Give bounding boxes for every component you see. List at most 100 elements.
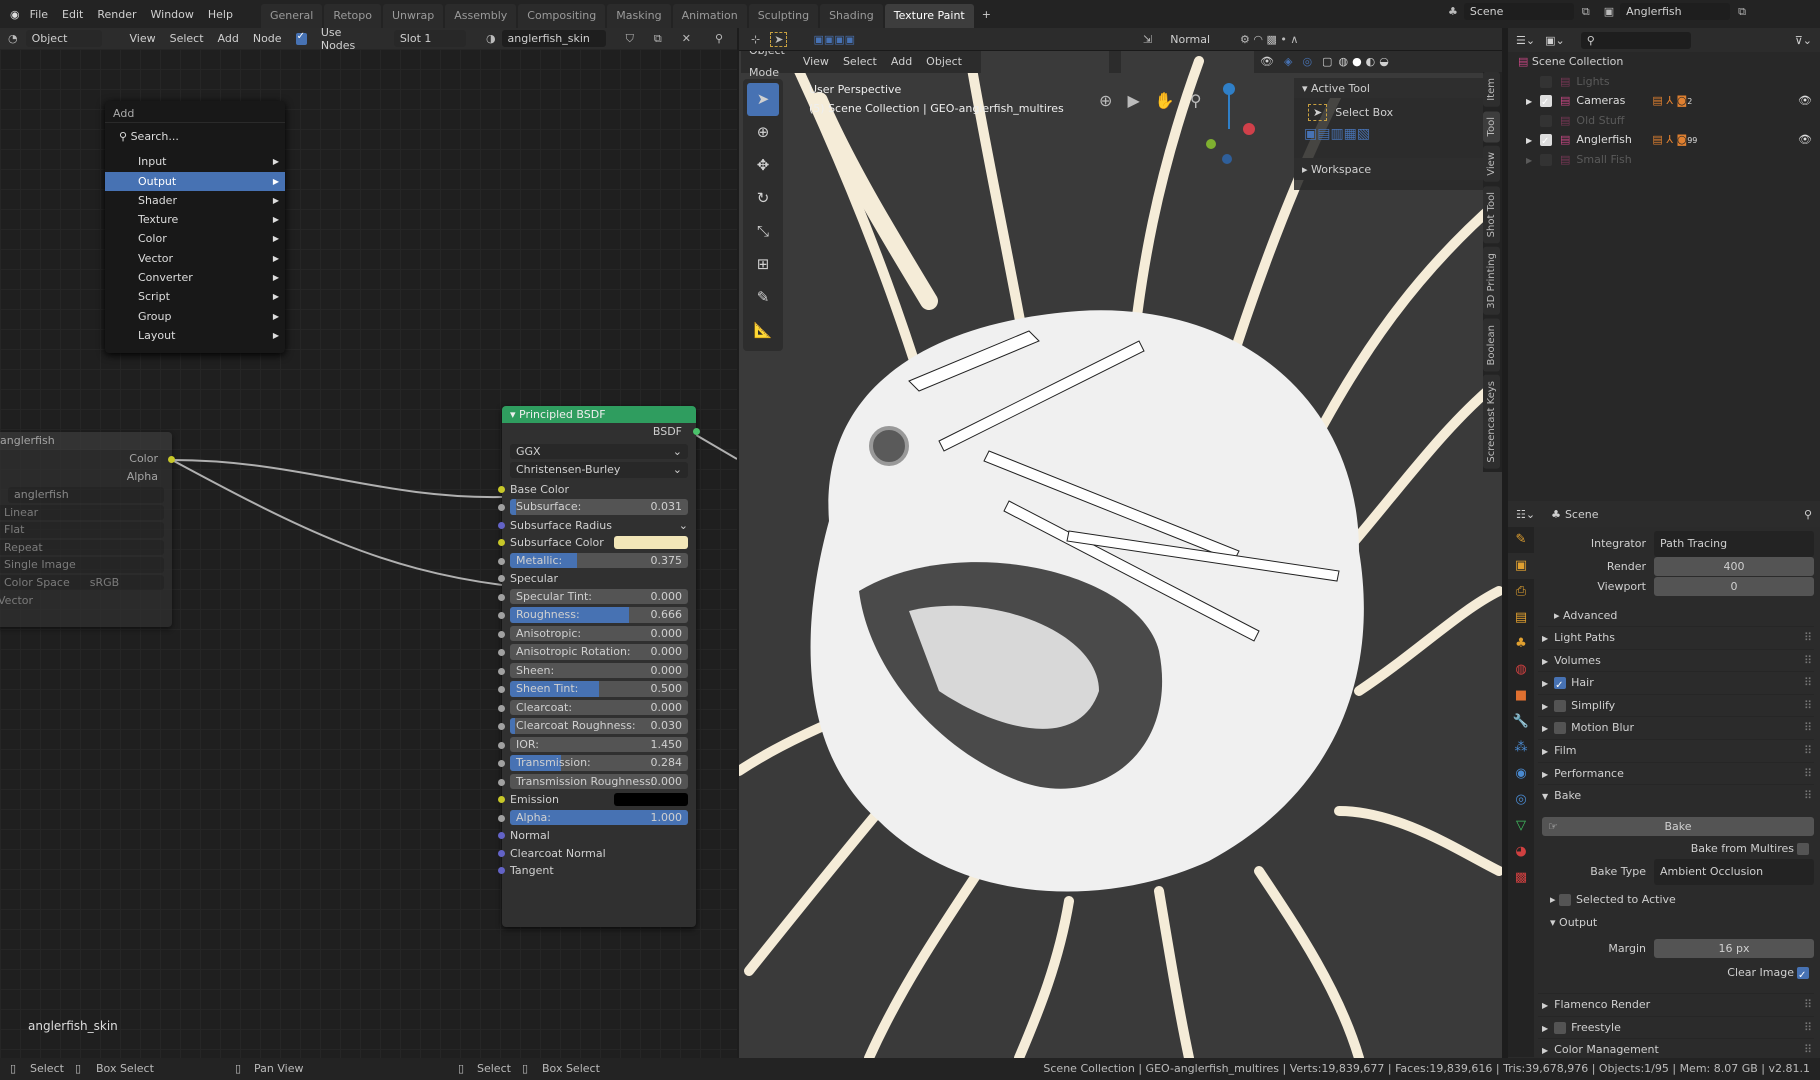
copy-scene-icon[interactable]: ⧉ bbox=[1582, 5, 1590, 19]
filter-icon[interactable]: ⊽⌄ bbox=[1795, 34, 1812, 47]
modifier-tab-icon[interactable]: 🔧 bbox=[1508, 709, 1534, 735]
drag-handle-icon[interactable]: ⠿ bbox=[1804, 672, 1812, 694]
menu-select[interactable]: Select bbox=[843, 51, 877, 73]
eye-icon[interactable]: 👁 bbox=[1798, 130, 1812, 150]
integrator-select[interactable]: Path Tracing bbox=[1654, 531, 1814, 557]
output-tab-icon[interactable]: ⎙ bbox=[1508, 579, 1534, 605]
panel-film[interactable]: ▶ Film ⠿ bbox=[1538, 739, 1814, 761]
wireframe-shading-icon[interactable]: ◍ bbox=[1338, 51, 1348, 73]
panel-color-management[interactable]: ▶ Color Management ⠿ bbox=[1538, 1038, 1814, 1060]
tab-shading[interactable]: Shading bbox=[820, 4, 883, 28]
panel-bake[interactable]: ▼ Bake ⠿ bbox=[1538, 784, 1814, 806]
rendered-shading-icon[interactable]: ◒ bbox=[1379, 51, 1389, 73]
outliner-item-anglerfish[interactable]: ▶ ▤ Anglerfish ▤ ⅄ ◙99 👁 bbox=[1508, 130, 1820, 152]
exclude-checkbox[interactable] bbox=[1540, 114, 1552, 127]
material-tab-icon[interactable]: ◕ bbox=[1508, 839, 1534, 865]
pin-icon[interactable]: ⚲ bbox=[1804, 508, 1812, 521]
input-subsurface[interactable]: Subsurface: 0.031 bbox=[498, 499, 696, 517]
display-mode-icon[interactable]: ☰⌄ bbox=[1516, 34, 1535, 47]
outliner-item-lights[interactable]: ▤ Lights bbox=[1508, 72, 1820, 92]
sidebar-tab-screencast-keys[interactable]: Screencast Keys bbox=[1483, 375, 1500, 470]
axis-gizmo[interactable] bbox=[1199, 79, 1259, 169]
input-socket[interactable] bbox=[498, 557, 505, 565]
subsurface-method-select[interactable]: Christensen-Burley ⌄ bbox=[510, 462, 688, 478]
input-socket[interactable] bbox=[498, 539, 505, 546]
select-tool-icon[interactable]: ➤ bbox=[770, 31, 788, 47]
input-transmission-roughness[interactable]: Transmission Roughness: 0.000 bbox=[498, 773, 696, 792]
workspace-panel-header[interactable]: ▸ Workspace bbox=[1294, 158, 1483, 180]
slider[interactable]: Anisotropic Rotation: 0.000 bbox=[510, 644, 688, 660]
input-anisotropic[interactable]: Anisotropic: 0.000 bbox=[498, 625, 696, 644]
overlay-icon[interactable]: ◎ bbox=[1302, 51, 1312, 73]
drag-handle-icon[interactable]: ⠿ bbox=[1804, 717, 1812, 739]
input-transmission[interactable]: Transmission: 0.284 bbox=[498, 755, 696, 773]
menu-help[interactable]: Help bbox=[208, 8, 233, 21]
constraints-tab-icon[interactable]: ◎ bbox=[1508, 787, 1534, 813]
menu-add[interactable]: Add bbox=[218, 32, 239, 45]
active-tool-panel-header[interactable]: ▾ Active Tool bbox=[1294, 78, 1483, 98]
panel-performance[interactable]: ▶ Performance ⠿ bbox=[1538, 761, 1814, 784]
transform-pivot-icon[interactable]: ⊹ bbox=[751, 33, 760, 46]
view-layer-selector[interactable]: Anglerfish bbox=[1620, 3, 1731, 20]
menu-add[interactable]: Add bbox=[891, 51, 912, 73]
color-socket[interactable] bbox=[168, 456, 175, 463]
menu-view[interactable]: View bbox=[803, 51, 829, 73]
menu-view[interactable]: View bbox=[130, 32, 156, 45]
measure-tool-icon[interactable]: 📐 bbox=[743, 314, 783, 347]
render-samples-field[interactable]: 400 bbox=[1654, 557, 1814, 576]
source-select[interactable]: Single Image bbox=[0, 557, 164, 573]
margin-field[interactable]: 16 px bbox=[1654, 939, 1814, 958]
transform-orientation-select[interactable]: Normal bbox=[1170, 33, 1210, 46]
physics-tab-icon[interactable]: ◉ bbox=[1508, 761, 1534, 787]
slider[interactable]: Clearcoat: 0.000 bbox=[510, 699, 688, 715]
mode-selector[interactable]: Object bbox=[25, 30, 102, 47]
transform-tool-icon[interactable]: ⊞ bbox=[743, 248, 783, 281]
drag-handle-icon[interactable]: ⠿ bbox=[1804, 994, 1812, 1016]
input-subsurface-color[interactable]: Subsurface Color bbox=[498, 534, 696, 552]
world-tab-icon[interactable]: ◍ bbox=[1508, 657, 1534, 683]
menu-item-layout[interactable]: Layout ▶ bbox=[105, 326, 285, 345]
menu-file[interactable]: File bbox=[30, 8, 48, 21]
input-alpha[interactable]: Alpha: 1.000 bbox=[498, 809, 696, 828]
panel-flamenco-render[interactable]: ▶ Flamenco Render ⠿ bbox=[1538, 993, 1814, 1015]
clear-image-row[interactable]: Clear Image bbox=[1538, 962, 1814, 987]
sidebar-tab-tool[interactable]: Tool bbox=[1483, 110, 1500, 143]
exclude-checkbox[interactable] bbox=[1540, 93, 1552, 113]
input-ior[interactable]: IOR: 1.450 bbox=[498, 736, 696, 755]
panel-light-paths[interactable]: ▶ Light Paths ⠿ bbox=[1538, 626, 1814, 648]
input-socket[interactable] bbox=[498, 649, 505, 656]
add-workspace-button[interactable]: + bbox=[982, 8, 991, 21]
expand-arrow-icon[interactable]: ▶ bbox=[1526, 131, 1540, 151]
3d-viewport[interactable]: User Perspective (5) Scene Collection | … bbox=[739, 51, 1502, 1058]
tab-texture-paint[interactable]: Texture Paint bbox=[884, 4, 974, 28]
panel-simplify[interactable]: ▶ Simplify ⠿ bbox=[1538, 693, 1814, 716]
menu-search[interactable]: ⚲ Search... bbox=[105, 127, 285, 146]
slider[interactable]: Metallic: 0.375 bbox=[510, 552, 688, 568]
input-clearcoat[interactable]: Clearcoat: 0.000 bbox=[498, 699, 696, 718]
scale-tool-icon[interactable]: ⤡ bbox=[743, 215, 783, 248]
input-socket[interactable] bbox=[498, 521, 505, 529]
drag-handle-icon[interactable]: ⠿ bbox=[1804, 627, 1812, 649]
panel-motion-blur[interactable]: ▶ Motion Blur ⠿ bbox=[1538, 716, 1814, 738]
particles-tab-icon[interactable]: ⁂ bbox=[1508, 735, 1534, 761]
material-shading-icon[interactable]: ◐ bbox=[1366, 51, 1376, 73]
tab-sculpting[interactable]: Sculpting bbox=[748, 4, 819, 28]
sidebar-tab-shot-tool[interactable]: Shot Tool bbox=[1483, 185, 1500, 244]
fake-user-icon[interactable]: ⛉ bbox=[626, 32, 634, 46]
visibility-icon[interactable]: 👁 bbox=[1260, 51, 1274, 73]
panel-enable-checkbox[interactable] bbox=[1554, 675, 1567, 697]
input-socket[interactable] bbox=[498, 704, 505, 712]
move-tool-icon[interactable]: ✥ bbox=[743, 149, 783, 182]
gizmo-icon[interactable]: ◈ bbox=[1284, 51, 1292, 73]
input-socket[interactable] bbox=[498, 778, 505, 786]
sidebar-tab-item[interactable]: Item bbox=[1483, 72, 1500, 107]
expand-arrow-icon[interactable]: ▶ bbox=[1526, 92, 1540, 112]
menu-object[interactable]: Object bbox=[926, 51, 962, 73]
input-socket[interactable] bbox=[498, 686, 505, 693]
slider[interactable]: Alpha: 1.000 bbox=[510, 809, 688, 825]
annotate-tool-icon[interactable]: ✎ bbox=[743, 281, 783, 314]
rotate-tool-icon[interactable]: ↻ bbox=[743, 182, 783, 215]
input-socket[interactable] bbox=[498, 723, 505, 730]
panel-hair[interactable]: ▶ Hair ⠿ bbox=[1538, 671, 1814, 697]
slider[interactable]: Sheen Tint: 0.500 bbox=[510, 681, 688, 697]
